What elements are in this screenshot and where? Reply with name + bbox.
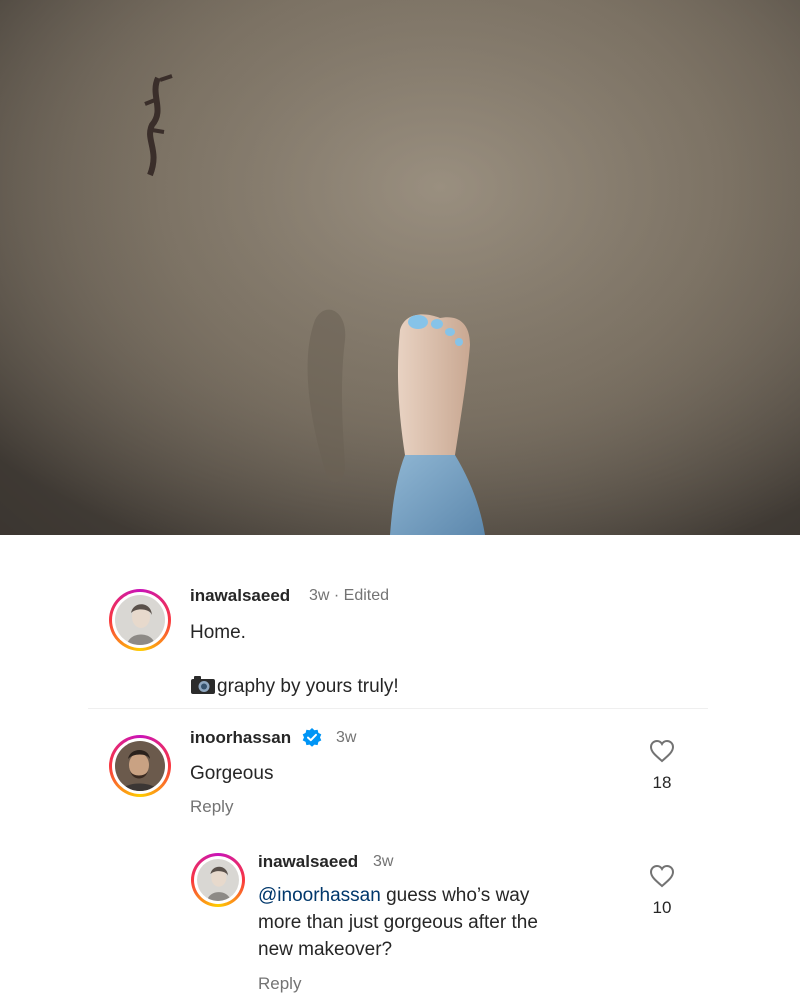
profile-photo-icon xyxy=(197,859,239,901)
camera-icon xyxy=(190,675,216,703)
reply-avatar[interactable] xyxy=(191,853,245,907)
reply-button[interactable]: Reply xyxy=(190,797,233,817)
caption-line-1: Home. xyxy=(190,622,246,643)
profile-photo-icon xyxy=(115,595,165,645)
like-count: 10 xyxy=(652,898,672,917)
reply-text-line-1: guess who’s way xyxy=(380,885,530,906)
comment-time: 3w xyxy=(336,729,357,746)
like-heart-icon[interactable] xyxy=(649,864,675,893)
comment-text: Gorgeous xyxy=(190,763,274,784)
reply-text: @inoorhassan guess who’s way more than j… xyxy=(258,882,538,963)
post-photo[interactable] xyxy=(0,0,800,535)
sand-footprint-photo xyxy=(0,0,800,535)
caption-meta: 3w · Edited xyxy=(309,587,390,604)
verified-badge-icon xyxy=(302,728,322,753)
divider xyxy=(88,708,708,709)
reply-button[interactable]: Reply xyxy=(258,974,301,994)
reply-time: 3w xyxy=(373,853,394,870)
comment-avatar[interactable] xyxy=(109,735,171,797)
caption-line-2-text: graphy by yours truly! xyxy=(217,676,399,697)
caption-line-2: graphy by yours truly! xyxy=(190,673,399,703)
caption-username[interactable]: inawalsaeed xyxy=(190,586,290,606)
profile-photo-icon xyxy=(115,741,165,791)
reply-text-line-2: more than just gorgeous after the xyxy=(258,912,538,933)
reply-text-line-3: new makeover? xyxy=(258,939,393,960)
like-heart-icon[interactable] xyxy=(649,739,675,768)
mention-link[interactable]: @inoorhassan xyxy=(258,885,381,906)
like-count: 18 xyxy=(652,773,672,792)
comment-username[interactable]: inoorhassan xyxy=(190,728,291,748)
reply-username[interactable]: inawalsaeed xyxy=(258,852,358,872)
caption-avatar[interactable] xyxy=(109,589,171,651)
